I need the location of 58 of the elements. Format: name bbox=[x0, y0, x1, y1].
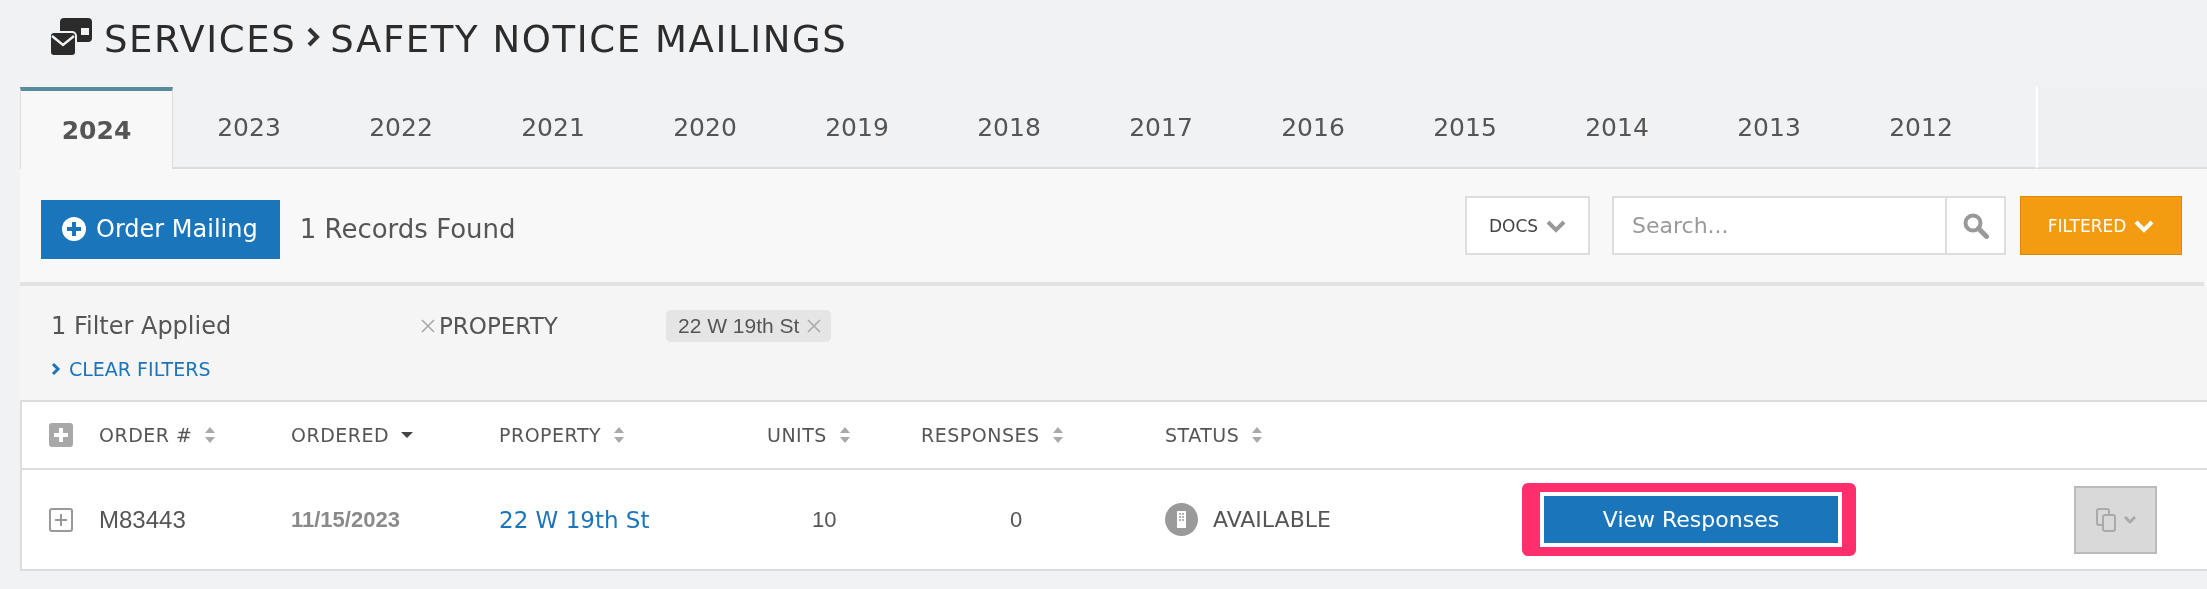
year-tab[interactable]: 2024 bbox=[20, 87, 173, 169]
building-status-icon bbox=[1165, 503, 1198, 536]
sort-descending-icon bbox=[401, 431, 414, 439]
sort-icon bbox=[204, 426, 217, 444]
breadcrumb-item: SAFETY NOTICE MAILINGS bbox=[330, 17, 848, 61]
expand-all-icon[interactable] bbox=[48, 423, 73, 447]
close-icon bbox=[421, 319, 435, 333]
sort-icon bbox=[1051, 426, 1064, 444]
records-count: 1 Records Found bbox=[299, 214, 516, 244]
chevron-down-icon bbox=[2122, 514, 2137, 525]
plus-circle-icon bbox=[61, 216, 87, 242]
table-cell-text: M83443 bbox=[99, 505, 187, 534]
year-tab[interactable]: 2022 bbox=[325, 87, 477, 167]
year-tab[interactable]: 2021 bbox=[477, 87, 629, 167]
year-tab[interactable]: 2014 bbox=[1541, 87, 1693, 167]
filter-field: PROPERTY bbox=[439, 313, 558, 339]
chevron-right-icon bbox=[51, 362, 61, 376]
year-tab[interactable]: 2013 bbox=[1693, 87, 1845, 167]
chevron-down-icon bbox=[2134, 218, 2155, 233]
filter-chip[interactable]: 22 W 19th St bbox=[666, 310, 832, 342]
sort-icon bbox=[838, 426, 851, 444]
sort-icon bbox=[613, 426, 626, 444]
table-cell: 0 bbox=[1010, 506, 1023, 533]
view-responses-button[interactable]: View Responses bbox=[1544, 496, 1838, 543]
table-cell: 10 bbox=[812, 506, 837, 533]
order-mailing-button[interactable]: Order Mailing bbox=[41, 199, 280, 259]
table-cell-text: 11/15/2023 bbox=[291, 506, 401, 533]
column-header[interactable]: UNITS bbox=[767, 424, 827, 446]
year-tab[interactable]: 2015 bbox=[1389, 87, 1541, 167]
chevron-down-icon bbox=[1546, 218, 1567, 233]
year-tab[interactable]: 2017 bbox=[1085, 87, 1237, 167]
chevron-right-icon bbox=[306, 27, 321, 47]
year-tab[interactable]: 2019 bbox=[781, 87, 933, 167]
sort-icon bbox=[1251, 426, 1264, 444]
copy-icon bbox=[2094, 506, 2117, 533]
year-tab[interactable]: 2020 bbox=[629, 87, 781, 167]
year-tab[interactable]: 2018 bbox=[933, 87, 1085, 167]
docs-dropdown[interactable]: DOCS bbox=[1465, 196, 1590, 255]
close-icon bbox=[807, 319, 822, 333]
column-header[interactable]: PROPERTY bbox=[499, 424, 602, 446]
search-button[interactable] bbox=[1945, 196, 2006, 255]
status-text: AVAILABLE bbox=[1213, 507, 1331, 532]
search-field[interactable]: Search... bbox=[1612, 196, 1945, 255]
year-tab[interactable]: 2016 bbox=[1237, 87, 1389, 167]
year-tab[interactable]: 2012 bbox=[1845, 87, 1997, 167]
column-header[interactable]: RESPONSES bbox=[921, 424, 1040, 446]
property-link[interactable]: 22 W 19th St bbox=[499, 506, 767, 533]
column-header[interactable]: ORDER # bbox=[99, 424, 193, 446]
copy-dropdown[interactable] bbox=[2074, 485, 2157, 554]
breadcrumb-item[interactable]: SERVICES bbox=[104, 17, 297, 61]
search-icon bbox=[1962, 212, 1989, 239]
mail-stack-icon bbox=[48, 16, 94, 58]
year-tab[interactable]: 2023 bbox=[173, 87, 325, 167]
clear-filters-link[interactable]: CLEAR FILTERS bbox=[51, 358, 211, 380]
column-header[interactable]: STATUS bbox=[1165, 424, 1240, 446]
column-header[interactable]: ORDERED bbox=[291, 424, 390, 446]
expand-row-icon[interactable] bbox=[48, 507, 73, 532]
filter-summary: 1 Filter Applied bbox=[51, 312, 233, 340]
